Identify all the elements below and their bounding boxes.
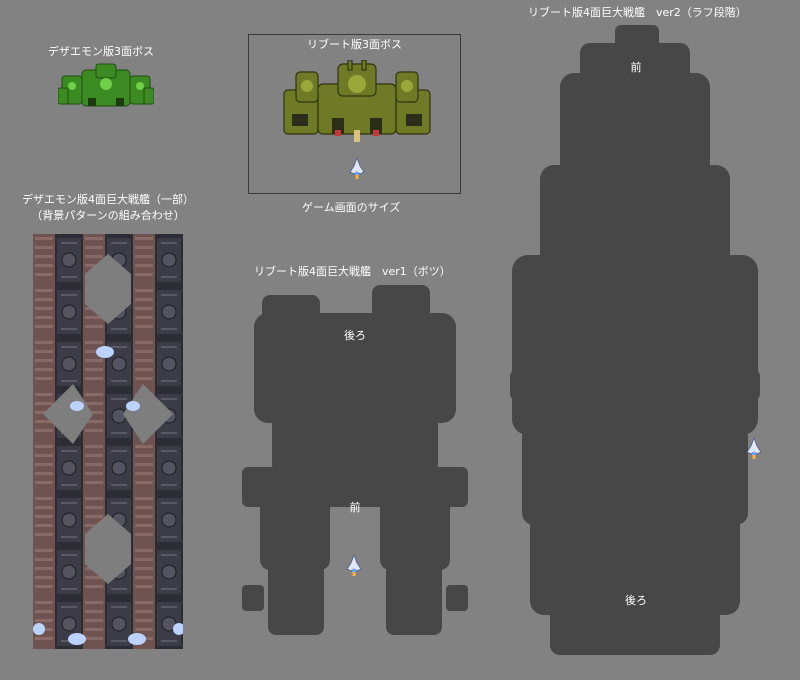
v2-front-label: 前 bbox=[630, 61, 642, 74]
player-ship-v2-icon bbox=[746, 438, 762, 459]
olive-boss-sprite bbox=[283, 60, 431, 142]
reboot-battleship-v1-label: リブート版4面巨大戦艦 ver1（ボツ） bbox=[254, 265, 451, 278]
player-ship-icon bbox=[349, 158, 365, 179]
dezaemon-battleship-label-line1: デザエモン版4面巨大戦艦（一部） bbox=[22, 193, 194, 206]
player-ship-v1-icon bbox=[346, 555, 362, 576]
reboot-stage3-boss-label: リブート版3面ボス bbox=[307, 38, 402, 51]
dezaemon-stage3-boss-label: デザエモン版3面ボス bbox=[48, 45, 154, 58]
dezaemon-battleship-tiles bbox=[33, 234, 183, 649]
v1-rear-label: 後ろ bbox=[344, 329, 366, 342]
reboot-battleship-v2-label: リブート版4面巨大戦艦 ver2（ラフ段階） bbox=[528, 6, 747, 19]
v2-rear-label: 後ろ bbox=[625, 594, 647, 607]
green-boss-sprite bbox=[58, 63, 154, 107]
v1-front-label: 前 bbox=[349, 501, 361, 514]
dezaemon-battleship-label-line2: （背景パターンの組み合わせ） bbox=[31, 209, 185, 222]
battleship-v2-silhouette bbox=[510, 25, 760, 655]
game-screen-size-label: ゲーム画面のサイズ bbox=[302, 201, 401, 214]
